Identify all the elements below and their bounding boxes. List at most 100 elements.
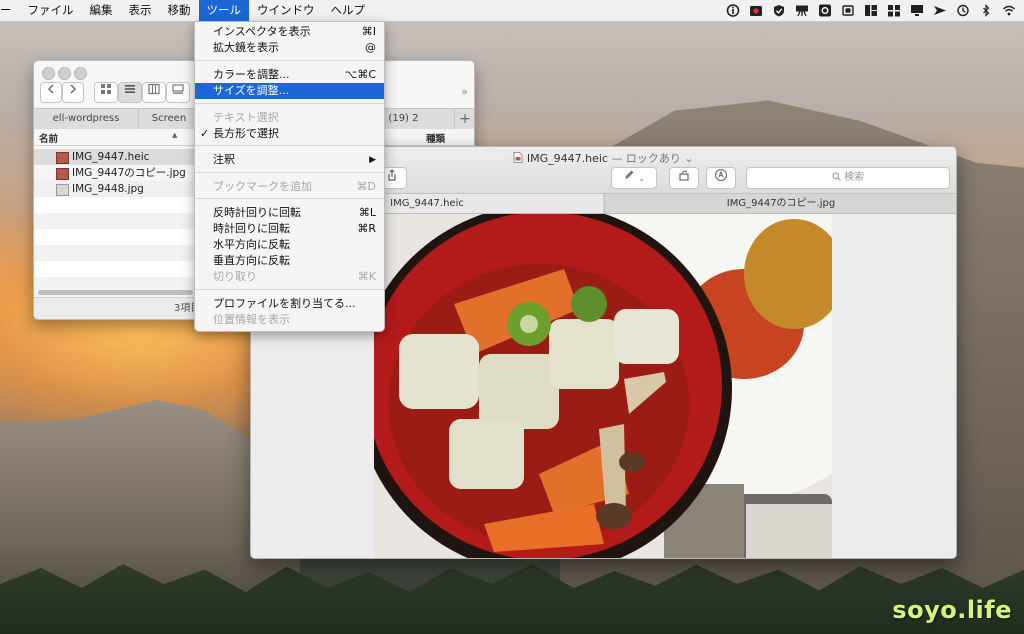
menu-separator — [195, 103, 384, 104]
record-icon[interactable] — [749, 4, 763, 17]
search-field[interactable]: 検索 — [746, 167, 950, 189]
wifi-icon[interactable] — [1002, 4, 1016, 17]
submenu-arrow-icon: ▶ — [369, 155, 376, 165]
cpu-icon[interactable] — [841, 4, 855, 17]
display-icon[interactable] — [910, 4, 924, 17]
status-bar-icons — [726, 0, 1016, 21]
menu-item-annotate[interactable]: 注釈 ▶ — [195, 152, 384, 168]
file-name: IMG_9448.jpg — [72, 183, 144, 195]
menu-item-show-magnifier[interactable]: 拡大鏡を表示 @ — [195, 40, 384, 56]
menu-item-label: サイズを調整... — [213, 84, 290, 97]
forward-button[interactable] — [62, 82, 84, 103]
back-button[interactable] — [40, 82, 62, 103]
finder-tab[interactable]: ell-wordpress — [34, 109, 139, 129]
sort-arrow-icon: ▲ — [172, 131, 178, 139]
menu-separator — [195, 145, 384, 146]
menu-item-crop: 切り取り ⌘K — [195, 269, 384, 285]
menu-tools[interactable]: ツール — [198, 0, 249, 21]
menu-edit[interactable]: 編集 — [82, 0, 121, 21]
annotate-button[interactable] — [706, 167, 736, 189]
menu-item-adjust-size[interactable]: サイズを調整... — [195, 83, 384, 99]
menu-item-flip-horizontal[interactable]: 水平方向に反転 — [195, 237, 384, 253]
gallery-view-icon — [172, 84, 184, 94]
toolbar-overflow[interactable]: » — [461, 85, 468, 98]
column-header-kind[interactable]: 種類 — [426, 131, 445, 145]
menu-item-shortcut: ⌥⌘C — [344, 68, 376, 81]
menu-item-label: 時計回りに回転 — [213, 222, 290, 235]
add-tab-button[interactable]: + — [454, 109, 474, 129]
easel-icon[interactable] — [795, 4, 809, 17]
image-file-icon — [56, 184, 69, 196]
arrow-forward-icon[interactable] — [933, 4, 947, 17]
lock-status[interactable]: — ロックあり ⌄ — [611, 152, 693, 165]
column-header-name[interactable]: 名前 — [39, 131, 58, 145]
chevron-down-icon: ⌄ — [638, 174, 646, 183]
rotate-icon — [679, 170, 689, 181]
menu-item-label: 長方形で選択 — [213, 127, 279, 140]
menu-item-label: 拡大鏡を表示 — [213, 41, 279, 54]
finder-tab[interactable]: Screen — [139, 109, 199, 129]
close-button[interactable] — [42, 67, 55, 80]
column-view-icon — [148, 83, 160, 95]
zoom-button[interactable] — [74, 67, 87, 80]
window-layout-icon[interactable] — [864, 4, 878, 17]
image-file-icon — [56, 168, 69, 180]
menu-separator — [195, 60, 384, 61]
menu-view[interactable]: 表示 — [121, 0, 160, 21]
menu-item-assign-profile[interactable]: プロファイルを割り当てる... — [195, 296, 384, 312]
menu-item-label: ブックマークを追加 — [213, 180, 312, 193]
menu-item-rotate-right[interactable]: 時計回りに回転 ⌘R — [195, 221, 384, 237]
document-icon — [513, 152, 523, 163]
share-icon — [388, 169, 396, 181]
menu-item-label: プロファイルを割り当てる... — [213, 297, 356, 310]
pen-icon — [624, 170, 634, 179]
tools-dropdown-menu: インスペクタを表示 ⌘I 拡大鏡を表示 @ カラーを調整... ⌥⌘C サイズを調整... テ… — [194, 21, 385, 332]
site-watermark: soyo.life — [892, 596, 1012, 624]
menu-item-label: 水平方向に反転 — [213, 238, 290, 251]
menu-item-shortcut: ⌘R — [357, 222, 376, 235]
menu-item-flip-vertical[interactable]: 垂直方向に反転 — [195, 253, 384, 269]
view-list-button[interactable] — [118, 82, 142, 103]
view-column-button[interactable] — [142, 82, 166, 103]
menu-separator — [195, 289, 384, 290]
view-icon-button[interactable] — [94, 82, 118, 103]
menu-item-shortcut: ⌘I — [361, 25, 376, 38]
image-file-icon — [56, 152, 69, 164]
menu-go[interactable]: 移動 — [160, 0, 199, 21]
file-name: IMG_9447のコピー.jpg — [72, 167, 186, 179]
menu-item-rotate-left[interactable]: 反時計回りに回転 ⌘L — [195, 205, 384, 221]
menu-separator — [195, 198, 384, 199]
bluetooth-icon[interactable] — [979, 4, 993, 17]
menu-app-truncated[interactable]: ー — [0, 0, 20, 21]
view-gallery-button[interactable] — [166, 82, 190, 103]
grid-icon[interactable] — [887, 4, 901, 17]
menu-item-label: インスペクタを表示 — [213, 25, 311, 38]
chevron-left-icon — [48, 84, 54, 94]
markup-pen-button[interactable]: ⌄ — [611, 167, 657, 189]
minimize-button[interactable] — [58, 67, 71, 80]
list-view-icon — [125, 85, 135, 93]
menu-item-adjust-color[interactable]: カラーを調整... ⌥⌘C — [195, 67, 384, 83]
menu-help[interactable]: ヘルプ — [323, 0, 374, 21]
menu-item-label: 位置情報を表示 — [213, 313, 290, 326]
menu-item-shortcut: @ — [365, 41, 376, 54]
menu-item-show-inspector[interactable]: インスペクタを表示 ⌘I — [195, 24, 384, 40]
window-title-filename: IMG_9447.heic — [526, 152, 608, 165]
menu-file[interactable]: ファイル — [20, 0, 82, 21]
menu-item-label: 切り取り — [213, 270, 257, 283]
menu-window[interactable]: ウインドウ — [249, 0, 323, 21]
info-icon[interactable] — [726, 4, 740, 17]
time-machine-icon[interactable] — [956, 4, 970, 17]
shield-icon[interactable] — [772, 4, 786, 17]
preview-tab[interactable]: IMG_9447のコピー.jpg — [604, 194, 956, 213]
menu-item-show-location: 位置情報を表示 — [195, 312, 384, 328]
menu-item-label: 垂直方向に反転 — [213, 254, 290, 267]
horizontal-scrollbar[interactable] — [38, 290, 193, 295]
search-placeholder: 検索 — [844, 172, 865, 183]
gear-icon[interactable] — [818, 4, 832, 17]
menu-bar: ー ファイル 編集 表示 移動 ツール ウインドウ ヘルプ — [0, 0, 1024, 22]
food-photo — [374, 214, 832, 558]
menu-item-rectangular-selection[interactable]: ✓ 長方形で選択 — [195, 126, 384, 142]
rotate-button[interactable] — [669, 167, 699, 189]
checkmark-icon: ✓ — [200, 127, 210, 140]
